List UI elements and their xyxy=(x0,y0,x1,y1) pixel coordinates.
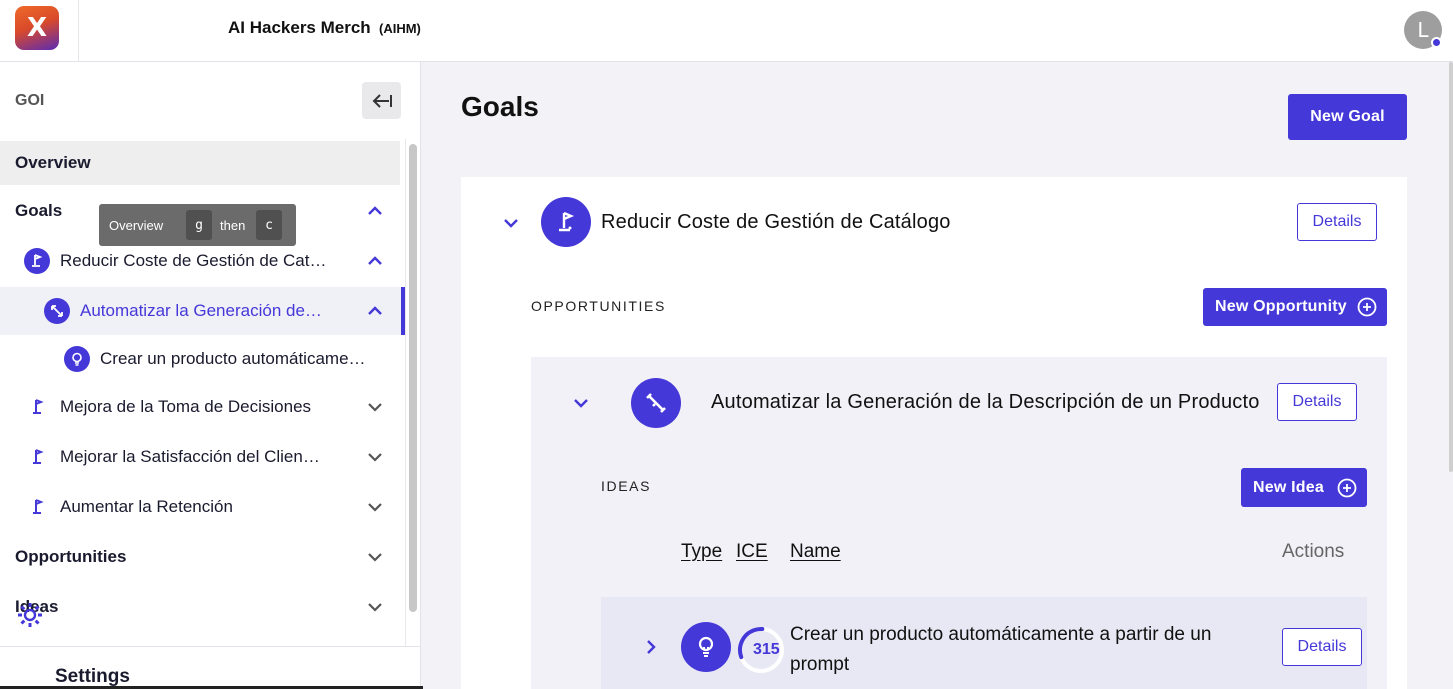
column-header-actions: Actions xyxy=(1282,541,1345,562)
chevron-down-icon[interactable] xyxy=(366,448,384,466)
logo-divider xyxy=(78,0,79,62)
new-idea-button[interactable]: New Idea xyxy=(1241,468,1367,507)
tooltip-label: Overview xyxy=(109,218,164,233)
sidebar-divider xyxy=(0,646,420,647)
sidebar-item-label: Crear un producto automáticame… xyxy=(100,349,366,368)
sidebar-item-idea[interactable]: Crear un producto automáticame… xyxy=(0,337,400,381)
sidebar-item-label: Automatizar la Generación de… xyxy=(80,301,322,320)
chevron-down-icon[interactable] xyxy=(366,398,384,416)
new-opportunity-button[interactable]: New Opportunity xyxy=(1203,288,1387,326)
chevron-up-icon[interactable] xyxy=(366,302,384,320)
chevron-up-icon[interactable] xyxy=(366,202,384,220)
collapse-sidebar-button[interactable] xyxy=(362,82,401,119)
top-bar: X AI Hackers Merch (AIHM) L xyxy=(0,0,1453,62)
collapse-left-icon xyxy=(372,93,392,108)
opportunity-tool-icon xyxy=(631,378,681,428)
sidebar-item-label: Mejora de la Toma de Decisiones xyxy=(60,397,312,416)
app-logo[interactable]: X xyxy=(15,6,59,50)
column-header-ice[interactable]: ICE xyxy=(736,541,768,563)
sidebar-scrollbar[interactable] xyxy=(409,144,417,612)
goal-details-button[interactable]: Details xyxy=(1297,203,1377,241)
online-status-dot xyxy=(1431,37,1442,48)
sidebar-section-label: GOI xyxy=(15,92,45,109)
sidebar-item-opportunities[interactable]: Opportunities xyxy=(0,535,400,579)
lightbulb-icon xyxy=(681,622,731,672)
goal-flag-icon xyxy=(33,499,44,514)
goal-flag-icon xyxy=(541,197,591,247)
ice-score-value: 315 xyxy=(753,641,780,658)
chevron-down-icon[interactable] xyxy=(502,214,520,232)
org-name: AI Hackers Merch xyxy=(228,18,371,37)
sidebar-item-goal-2[interactable]: Mejora de la Toma de Decisiones xyxy=(0,385,400,429)
chevron-down-icon[interactable] xyxy=(366,548,384,566)
plus-circle-icon xyxy=(1337,478,1357,498)
sidebar-item-label: Reducir Coste de Gestión de Cat… xyxy=(60,251,327,270)
chevron-right-icon[interactable] xyxy=(642,638,660,656)
sidebar-item-goal-3[interactable]: Mejorar la Satisfacción del Clien… xyxy=(0,435,400,479)
goal-flag-icon xyxy=(24,248,50,274)
column-header-name[interactable]: Name xyxy=(790,541,841,563)
opportunity-details-button[interactable]: Details xyxy=(1277,383,1357,421)
main-scrollbar[interactable] xyxy=(1449,62,1453,472)
idea-details-button[interactable]: Details xyxy=(1282,628,1362,666)
goal-flag-icon xyxy=(33,449,44,464)
lightbulb-icon xyxy=(64,346,90,372)
chevron-down-icon[interactable] xyxy=(366,498,384,516)
sidebar-item-ideas[interactable]: Ideas xyxy=(0,585,400,629)
goal-title: Reducir Coste de Gestión de Catálogo xyxy=(601,211,951,233)
chevron-down-icon[interactable] xyxy=(366,598,384,616)
sidebar-item-label: Goals xyxy=(15,201,63,220)
new-opportunity-label: New Opportunity xyxy=(1215,298,1347,315)
gear-icon xyxy=(18,603,42,627)
opportunity-tool-icon xyxy=(44,298,70,324)
sidebar-item-opportunity-selected[interactable]: Automatizar la Generación de… xyxy=(0,287,405,335)
sidebar-item-label: Opportunities xyxy=(15,547,127,566)
new-goal-button[interactable]: New Goal xyxy=(1288,94,1407,140)
sidebar-item-overview[interactable]: Overview xyxy=(0,141,400,185)
tooltip-then: then xyxy=(220,218,246,233)
settings-label: Settings xyxy=(55,666,130,687)
opportunities-section-label: OPPORTUNITIES xyxy=(531,298,666,314)
chevron-up-icon[interactable] xyxy=(366,252,384,270)
plus-circle-icon xyxy=(1357,297,1377,317)
idea-name: Crear un producto automáticamente a part… xyxy=(790,624,1212,675)
chevron-down-icon[interactable] xyxy=(572,394,590,412)
sidebar-item-goal-4[interactable]: Aumentar la Retención xyxy=(0,485,400,529)
shortcut-key: c xyxy=(256,210,282,240)
new-idea-label: New Idea xyxy=(1253,478,1324,496)
page-title: Goals xyxy=(461,91,539,122)
sidebar-item-label: Aumentar la Retención xyxy=(60,497,233,516)
sidebar-item-label: Overview xyxy=(15,153,91,172)
column-header-type[interactable]: Type xyxy=(681,541,722,563)
sidebar-scroll-separator xyxy=(405,139,406,646)
org-code: (AIHM) xyxy=(379,21,421,36)
shortcut-key: g xyxy=(186,210,212,240)
ideas-section-label: IDEAS xyxy=(601,478,652,494)
keyboard-shortcut-tooltip: Overview g then c xyxy=(99,204,296,246)
opportunity-title: Automatizar la Generación de la Descripc… xyxy=(711,391,1260,413)
sidebar-item-label: Mejorar la Satisfacción del Clien… xyxy=(60,447,320,466)
goal-flag-icon xyxy=(33,399,44,414)
